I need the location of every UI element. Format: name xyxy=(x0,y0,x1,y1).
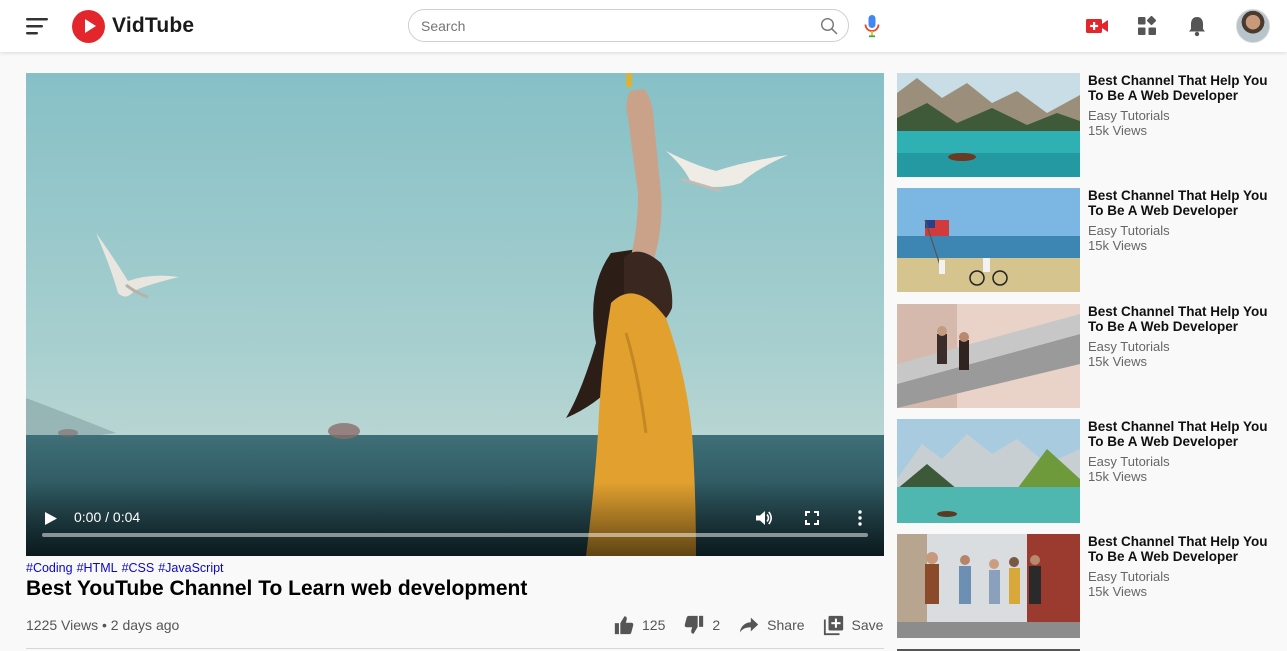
thumbs-down-icon xyxy=(685,615,704,634)
bell-icon[interactable] xyxy=(1185,14,1209,38)
share-button[interactable]: Share xyxy=(738,614,805,636)
lake-mountains-thumbnail-image xyxy=(897,73,1080,177)
video-thumbnail[interactable] xyxy=(897,188,1080,292)
dislike-button[interactable]: 2 xyxy=(683,614,720,636)
save-label: Save xyxy=(851,617,884,633)
sidebar-video-item[interactable]: Best Channel That Help You To Be A Web D… xyxy=(897,188,1287,292)
tag-link[interactable]: #Coding xyxy=(26,561,73,575)
sidebar-video-title[interactable]: Best Channel That Help You To Be A Web D… xyxy=(1088,73,1272,103)
tag-link[interactable]: #HTML xyxy=(77,561,118,575)
search-box xyxy=(408,9,849,42)
sidebar-video-item[interactable]: Best Channel That Help You To Be A Web D… xyxy=(897,534,1287,638)
video-tags: #Coding #HTML #CSS #JavaScript xyxy=(26,561,224,575)
sidebar-channel-name: Easy Tutorials xyxy=(1088,454,1170,469)
apps-icon[interactable] xyxy=(1135,14,1159,38)
video-meta: 1225 Views • 2 days ago xyxy=(26,617,180,633)
time-display: 0:00 / 0:04 xyxy=(74,509,141,525)
like-button[interactable]: 125 xyxy=(613,614,665,636)
sidebar-view-count: 15k Views xyxy=(1088,469,1148,484)
sidebar-video-item[interactable]: Best Channel That Help You To Be A Web D… xyxy=(897,419,1287,523)
dislike-count: 2 xyxy=(712,617,721,633)
sidebar-channel-name: Easy Tutorials xyxy=(1088,569,1170,584)
top-bar: VidTube xyxy=(0,0,1287,52)
divider xyxy=(26,648,884,649)
video-thumbnail[interactable] xyxy=(897,534,1080,638)
video-thumbnail[interactable] xyxy=(897,304,1080,408)
thumbs-up-icon xyxy=(614,616,634,635)
video-add-icon[interactable] xyxy=(1085,14,1109,38)
escalator-shoppers-thumbnail-image xyxy=(897,304,1080,408)
playlist-add-icon xyxy=(823,615,843,636)
video-player[interactable]: 0:00 / 0:04 xyxy=(26,73,884,556)
sidebar-video-title[interactable]: Best Channel That Help You To Be A Web D… xyxy=(1088,188,1272,218)
search-input[interactable] xyxy=(421,17,801,35)
sidebar-video-title[interactable]: Best Channel That Help You To Be A Web D… xyxy=(1088,304,1272,334)
avatar-icon[interactable] xyxy=(1236,9,1270,43)
like-count: 125 xyxy=(642,617,666,633)
share-icon xyxy=(739,617,759,633)
video-thumbnail[interactable] xyxy=(897,419,1080,523)
play-icon[interactable] xyxy=(44,511,58,526)
save-button[interactable]: Save xyxy=(823,614,884,636)
video-actions: 125 2 Share Save xyxy=(613,613,883,637)
logo-text: VidTube xyxy=(112,14,195,37)
progress-bar[interactable] xyxy=(42,533,868,537)
player-controls: 0:00 / 0:04 xyxy=(26,482,884,556)
tag-link[interactable]: #JavaScript xyxy=(158,561,223,575)
microphone-icon[interactable] xyxy=(863,14,881,38)
volume-icon[interactable] xyxy=(755,509,773,527)
sidebar-channel-name: Easy Tutorials xyxy=(1088,223,1170,238)
tag-link[interactable]: #CSS xyxy=(122,561,155,575)
share-label: Share xyxy=(767,617,805,633)
sidebar-channel-name: Easy Tutorials xyxy=(1088,339,1170,354)
sidebar-video-title[interactable]: Best Channel That Help You To Be A Web D… xyxy=(1088,419,1272,449)
beach-cyclist-thumbnail-image xyxy=(897,188,1080,292)
sidebar-video-item[interactable]: Best Channel That Help You To Be A Web D… xyxy=(897,304,1287,408)
sidebar-view-count: 15k Views xyxy=(1088,584,1148,599)
video-title: Best YouTube Channel To Learn web develo… xyxy=(26,577,528,600)
play-logo-icon xyxy=(72,9,105,43)
more-options-icon[interactable] xyxy=(851,509,869,527)
alpine-lake-thumbnail-image xyxy=(897,419,1080,523)
sidebar-video-title[interactable]: Best Channel That Help You To Be A Web D… xyxy=(1088,534,1272,564)
menu-icon[interactable] xyxy=(26,16,48,36)
sidebar-view-count: 15k Views xyxy=(1088,238,1148,253)
sidebar-channel-name: Easy Tutorials xyxy=(1088,108,1170,123)
video-thumbnail[interactable] xyxy=(897,73,1080,177)
sidebar-view-count: 15k Views xyxy=(1088,354,1148,369)
fullscreen-icon[interactable] xyxy=(803,509,821,527)
logo[interactable]: VidTube xyxy=(72,9,194,43)
sidebar-video-item[interactable]: Best Channel That Help You To Be A Web D… xyxy=(897,73,1287,177)
sidebar-view-count: 15k Views xyxy=(1088,123,1148,138)
search-icon[interactable] xyxy=(820,17,838,35)
friends-walking-thumbnail-image xyxy=(897,534,1080,638)
